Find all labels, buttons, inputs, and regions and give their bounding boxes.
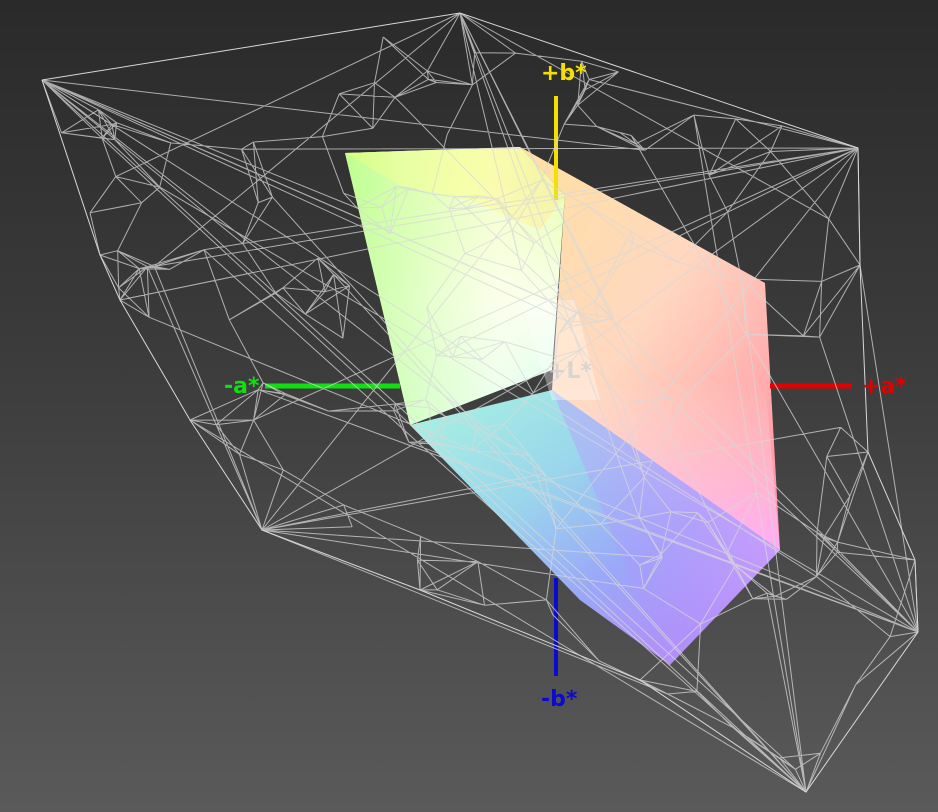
wireframe-mesh: [41, 12, 919, 793]
axis-label-minus-b: -b*: [541, 687, 578, 712]
axis-label-minus-a: -a*: [224, 374, 260, 399]
axis-label-plus-b: +b*: [541, 61, 587, 86]
gamut-3d-view: +b* -b* +a* -a* +L*: [41, 12, 919, 793]
reference-gamut-wireframe: [41, 12, 919, 793]
axis-label-plus-L: +L*: [548, 359, 592, 384]
axis-label-plus-a: +a*: [862, 374, 907, 399]
